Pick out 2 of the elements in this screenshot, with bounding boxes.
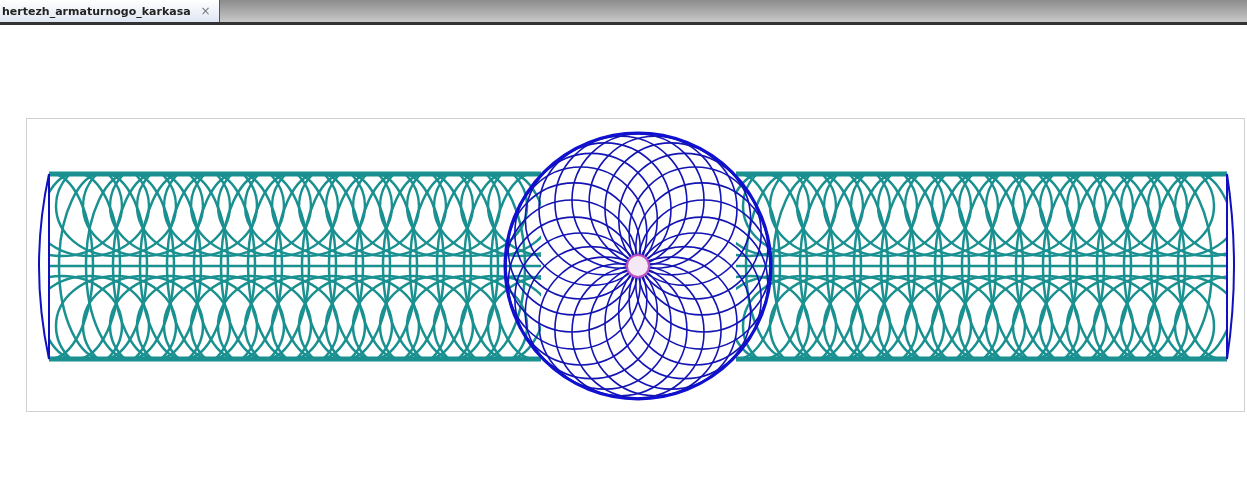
close-icon[interactable]: × xyxy=(200,4,211,18)
document-tab[interactable]: hertezh_armaturnogo_karkasa × xyxy=(0,0,220,22)
